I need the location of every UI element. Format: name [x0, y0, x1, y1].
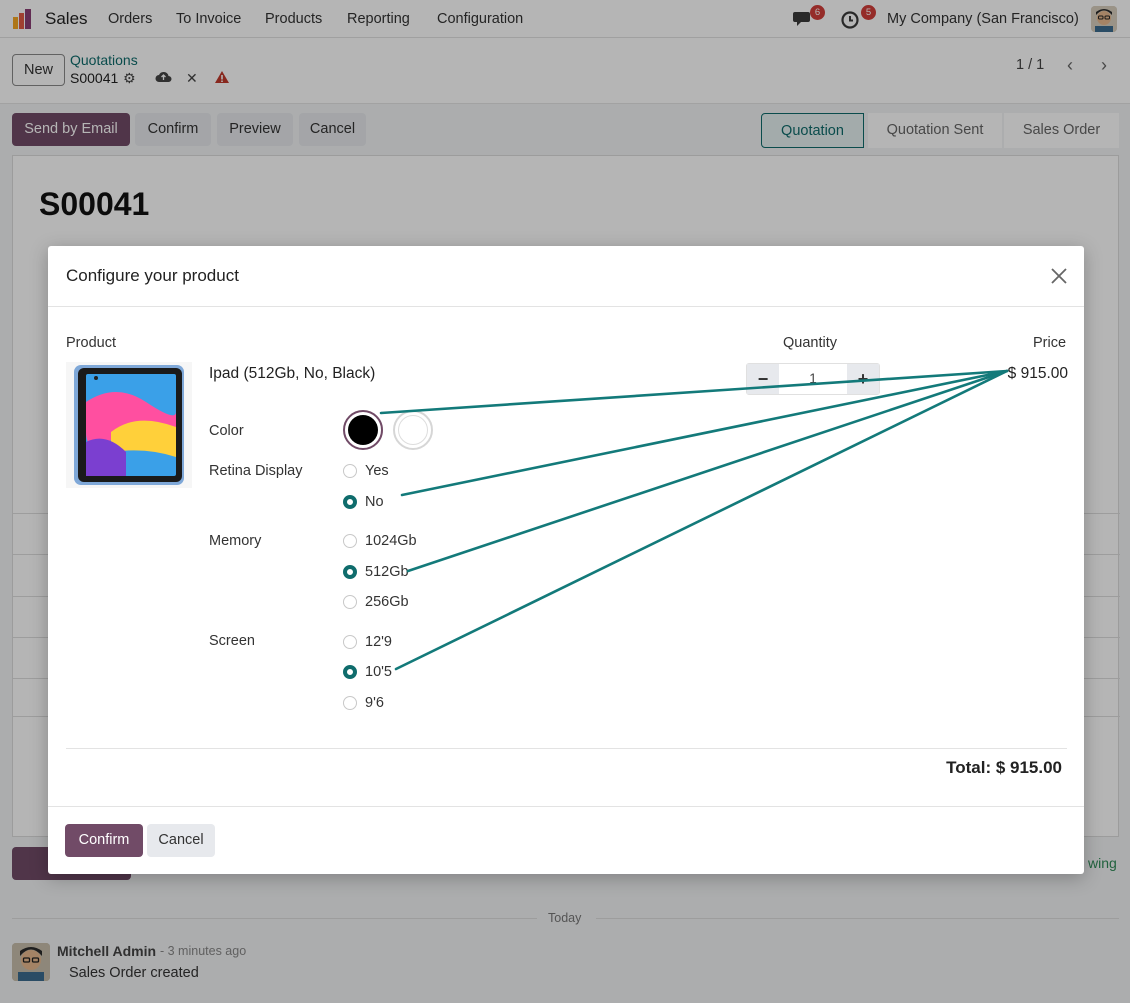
- modal-title: Configure your product: [66, 266, 239, 285]
- color-swatch-black[interactable]: [343, 410, 383, 450]
- decrease-quantity-button[interactable]: −: [747, 364, 779, 394]
- option-label-retina-no[interactable]: No: [365, 494, 384, 510]
- column-header-price: Price: [1033, 335, 1067, 351]
- option-label-retina-yes[interactable]: Yes: [365, 463, 389, 479]
- radio-memory-512gb[interactable]: [343, 565, 357, 579]
- increase-quantity-button[interactable]: +: [847, 364, 879, 394]
- radio-memory-1024gb[interactable]: [343, 534, 357, 548]
- product-price: $ 915.00: [1007, 365, 1068, 382]
- radio-retina-no[interactable]: [343, 495, 357, 509]
- option-label-memory-256gb[interactable]: 256Gb: [365, 594, 409, 610]
- attribute-label-retina-display: Retina Display: [209, 463, 303, 479]
- product-name: Ipad (512Gb, No, Black): [209, 365, 376, 382]
- product-image: [66, 362, 192, 488]
- option-label-screen-10-5[interactable]: 10'5: [365, 664, 392, 680]
- option-label-screen-9-6[interactable]: 9'6: [365, 695, 384, 711]
- quantity-input[interactable]: 1: [781, 364, 845, 394]
- radio-screen-12-9[interactable]: [343, 635, 357, 649]
- option-label-screen-12-9[interactable]: 12'9: [365, 634, 392, 650]
- attribute-label-screen: Screen: [209, 633, 255, 649]
- dialog-confirm-button[interactable]: Confirm: [65, 824, 143, 857]
- column-header-quantity: Quantity: [783, 335, 837, 351]
- modal-header: Configure your product: [48, 246, 1084, 307]
- column-header-product: Product: [66, 335, 116, 351]
- modal-footer: Confirm Cancel: [48, 806, 1084, 874]
- option-label-memory-1024gb[interactable]: 1024Gb: [365, 533, 417, 549]
- radio-screen-10-5[interactable]: [343, 665, 357, 679]
- quantity-stepper: − 1 +: [746, 363, 880, 395]
- modal-divider: [66, 748, 1067, 749]
- configure-product-dialog: Configure your product Product Quantity …: [48, 246, 1084, 874]
- dialog-cancel-button[interactable]: Cancel: [147, 824, 215, 857]
- attribute-label-memory: Memory: [209, 533, 262, 549]
- color-swatch-white[interactable]: [393, 410, 433, 450]
- attribute-label-color: Color: [209, 423, 244, 439]
- close-icon[interactable]: [1048, 265, 1070, 287]
- option-label-memory-512gb[interactable]: 512Gb: [365, 564, 409, 580]
- radio-screen-9-6[interactable]: [343, 696, 357, 710]
- radio-memory-256gb[interactable]: [343, 595, 357, 609]
- radio-retina-yes[interactable]: [343, 464, 357, 478]
- total-amount: Total: $ 915.00: [946, 758, 1062, 777]
